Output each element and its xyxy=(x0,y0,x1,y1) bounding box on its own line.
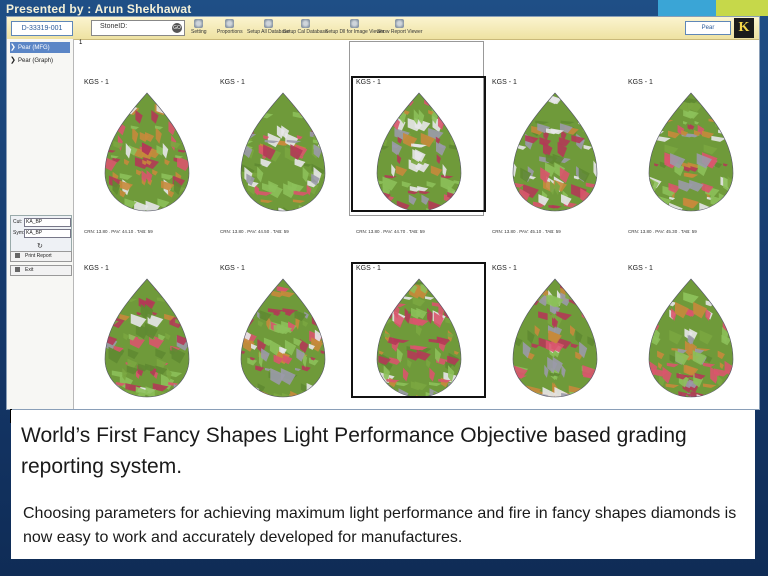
chevron-right-icon: ❯ xyxy=(10,57,16,64)
gear-icon xyxy=(350,19,360,28)
printer-icon xyxy=(15,253,20,259)
gear-icon xyxy=(194,19,204,28)
sym-filter: Sym: KA_BP xyxy=(13,229,71,238)
filter-panel: Cut: KA_BP Sym: KA_BP ↻ xyxy=(10,215,72,255)
toolbar-button-label: Setting xyxy=(191,29,207,35)
pear-diamond-image xyxy=(240,92,326,212)
diamond-label: KGS - 1 xyxy=(628,265,653,272)
diamond-label: KGS - 1 xyxy=(628,79,653,86)
selected-diamond-frame xyxy=(351,262,486,398)
toolbar-button-label: Setup Dll for Image Viewer xyxy=(325,29,385,35)
headline: World’s First Fancy Shapes Light Perform… xyxy=(21,424,687,478)
setup-cal-database-button[interactable]: Setup Cal Database xyxy=(283,19,328,35)
diamond-measurements: CRN: 13.80 . PAV: 45.30 . TAB: 59 xyxy=(628,229,697,234)
diamond-measurements: CRN: 13.80 . PAV: 45.10 . TAB: 59 xyxy=(492,229,561,234)
diamond-label: KGS - 1 xyxy=(84,265,109,272)
diamond-card[interactable]: KGS - 1 CRN: 13.80 . PAV: 45.30 . TAB: 59 xyxy=(624,77,755,234)
sidebar-item-label: Pear (MFG) xyxy=(18,45,50,51)
diamond-card[interactable]: KGS - 1CRN: 13.60 . PAV: 44.70 . TAB: 59 xyxy=(216,263,347,420)
exit-label: Exit xyxy=(25,267,34,273)
accent-green-bar xyxy=(716,0,768,16)
setting-button[interactable]: Setting xyxy=(191,19,207,35)
grid-page-marker: 1 xyxy=(79,40,83,46)
sidebar: ❯ Pear (MFG) ❯ Pear (Graph) Cut: KA_BP Sym… xyxy=(7,39,74,409)
setup-dll-image-viewer-button[interactable]: Setup Dll for Image Viewer xyxy=(325,19,384,35)
diamond-label: KGS - 1 xyxy=(220,265,245,272)
diamond-card[interactable]: KGS - 1CRN: 14.20 . PAV: 44.70 . TAB: 59 xyxy=(624,263,755,420)
diamond-label: KGS - 1 xyxy=(492,265,517,272)
selected-diamond-frame xyxy=(351,76,486,212)
app-window: D-33319-001 StoneID: GO Setting Proportio… xyxy=(6,16,760,420)
toolbar-button-label: Show Report Viewer xyxy=(377,29,423,35)
diamond-label: KGS - 1 xyxy=(84,79,109,86)
description-text: Choosing parameters for achieving maximu… xyxy=(23,505,737,546)
toolbar-button-label: Proportions xyxy=(217,29,243,35)
diamond-card[interactable]: KGS - 1 CRN: 13.80 . PAV: 44.50 . TAB: 59 xyxy=(216,77,347,234)
sym-select[interactable]: KA_BP xyxy=(24,229,71,238)
diamond-label: KGS - 1 xyxy=(220,79,245,86)
print-report-label: Print Report xyxy=(25,253,52,259)
accent-blue-bar xyxy=(658,0,716,16)
pear-diamond-image xyxy=(104,92,190,212)
gear-icon xyxy=(395,19,405,28)
exit-button[interactable]: Exit xyxy=(10,265,72,276)
pear-diamond-image xyxy=(512,278,598,398)
diamond-card[interactable]: KGS - 1 CRN: 13.80 . PAV: 44.10 . TAB: 59 xyxy=(80,77,211,234)
chevron-right-icon: ❯ xyxy=(10,44,16,51)
cut-filter: Cut: KA_BP xyxy=(13,218,71,227)
diamond-card[interactable]: KGS - 1CRN: 13.80 . PAV: 44.70 . TAB: 59 xyxy=(351,262,486,420)
diamond-card[interactable]: KGS - 1CRN: 13.40 . PAV: 44.70 . TAB: 59 xyxy=(80,263,211,420)
pear-diamond-image xyxy=(512,92,598,212)
diamond-grid: 1 KGS - 1 CRN: 13.80 . PAV: 44.10 . TAB: … xyxy=(77,39,759,420)
gear-icon xyxy=(225,19,235,28)
diamond-measurements: CRN: 13.80 . PAV: 44.70 . TAB: 59 xyxy=(356,229,425,234)
gear-icon xyxy=(300,19,310,28)
show-report-viewer-button[interactable]: Show Report Viewer xyxy=(377,19,423,35)
shape-selector[interactable]: Pear xyxy=(685,21,731,35)
diamond-measurements: CRN: 13.80 . PAV: 44.50 . TAB: 59 xyxy=(220,229,289,234)
diamond-card[interactable]: KGS - 1CRN: 14.00 . PAV: 44.70 . TAB: 59 xyxy=(488,263,619,420)
stone-id-field[interactable]: StoneID: GO xyxy=(91,20,185,36)
corner-accent xyxy=(658,0,768,16)
cut-filter-label: Cut: xyxy=(13,219,23,225)
sidebar-item-label: Pear (Graph) xyxy=(18,58,54,64)
go-button[interactable]: GO xyxy=(172,23,182,33)
cut-select[interactable]: KA_BP xyxy=(24,218,71,227)
pear-diamond-image xyxy=(648,278,734,398)
proportions-button[interactable]: Proportions xyxy=(217,19,243,35)
diamond-card[interactable]: KGS - 1 CRN: 13.80 . PAV: 45.10 . TAB: 59 xyxy=(488,77,619,234)
print-report-button[interactable]: Print Report xyxy=(10,251,72,262)
sidebar-item-pear-graph[interactable]: ❯ Pear (Graph) xyxy=(10,55,70,66)
toolbar: D-33319-001 StoneID: GO Setting Proportio… xyxy=(7,17,759,40)
diamond-card[interactable]: KGS - 1CRN: 13.80 . PAV: 44.70 . TAB: 59 xyxy=(351,76,486,234)
sym-filter-label: Sym: xyxy=(13,230,25,236)
presenter-credit: Presented by : Arun Shekhawat xyxy=(6,2,192,16)
pear-diamond-image xyxy=(240,278,326,398)
exit-icon xyxy=(15,267,20,273)
stone-id-label: StoneID: xyxy=(100,23,128,30)
description-card: World’s First Fancy Shapes Light Perform… xyxy=(11,410,755,559)
sidebar-item-pear-mfg[interactable]: ❯ Pear (MFG) xyxy=(10,42,70,53)
pear-diamond-image xyxy=(104,278,190,398)
toolbar-button-label: Setup Cal Database xyxy=(283,29,328,35)
refresh-icon[interactable]: ↻ xyxy=(37,242,43,250)
gear-icon xyxy=(263,19,273,28)
diamond-measurements: CRN: 13.80 . PAV: 44.10 . TAB: 59 xyxy=(84,229,153,234)
diamond-label: KGS - 1 xyxy=(492,79,517,86)
stone-barcode: D-33319-001 xyxy=(11,21,73,36)
app-logo: K xyxy=(734,18,754,38)
pear-diamond-image xyxy=(648,92,734,212)
